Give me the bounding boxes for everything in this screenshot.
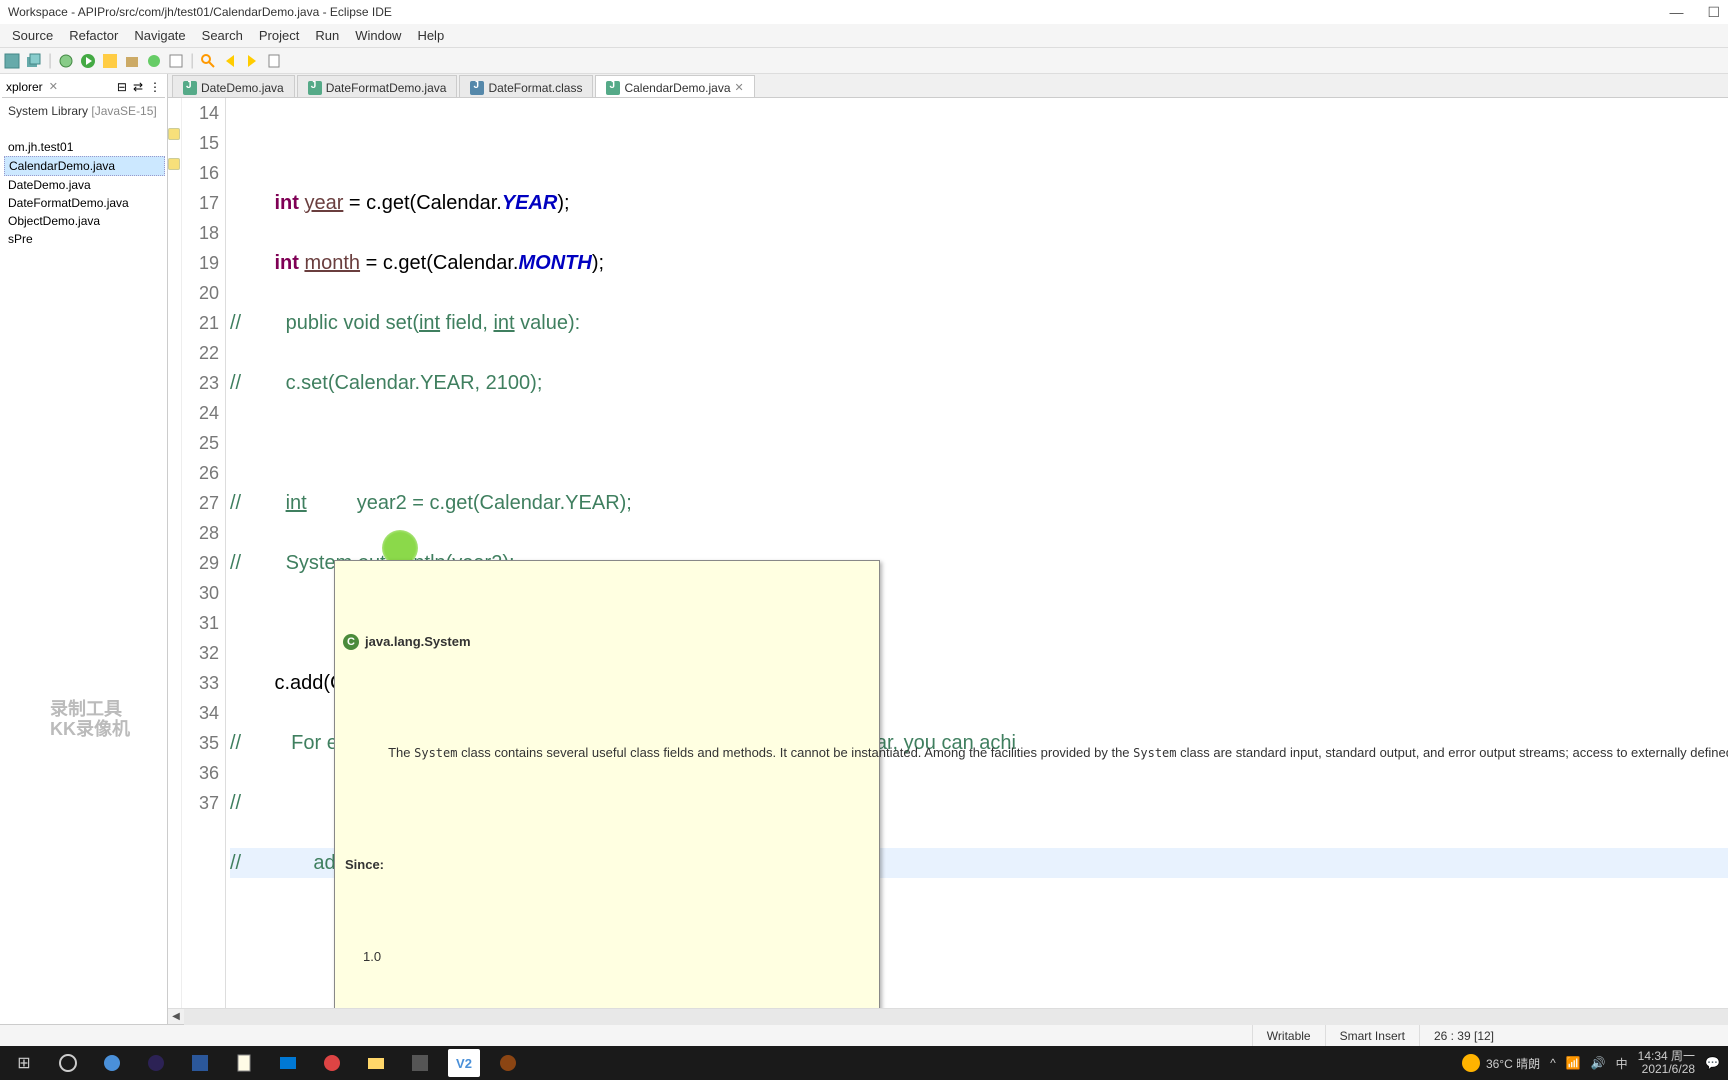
menu-refactor[interactable]: Refactor <box>61 28 126 43</box>
start-button[interactable]: ⊞ <box>8 1049 40 1077</box>
status-cursor-position: 26 : 39 [12] <box>1419 1025 1508 1046</box>
windows-taskbar: ⊞ V2 36°C 晴朗 ^ 📶 🔊 中 14:34 周一 2021/6/28 … <box>0 1046 1728 1080</box>
horizontal-scrollbar[interactable]: ◀ <box>168 1008 1728 1024</box>
hover-description: The System class contains several useful… <box>335 721 879 790</box>
task-photos-icon[interactable] <box>272 1049 304 1077</box>
task-eclipse-icon[interactable] <box>140 1049 172 1077</box>
explorer-close-icon[interactable]: ✕ <box>49 80 58 93</box>
hover-since-value: 1.0 <box>335 942 879 978</box>
package-node[interactable]: om.jh.test01 <box>4 138 165 156</box>
menu-help[interactable]: Help <box>409 28 452 43</box>
code-editor[interactable]: int year = c.get(Calendar.YEAR); int mon… <box>226 98 1728 1008</box>
scroll-left-icon[interactable]: ◀ <box>168 1009 184 1025</box>
status-bar: Writable Smart Insert 26 : 39 [12] <box>0 1024 1728 1046</box>
maximize-button[interactable]: ☐ <box>1707 4 1720 21</box>
status-insert-mode: Smart Insert <box>1325 1025 1419 1046</box>
task-word-icon[interactable] <box>184 1049 216 1077</box>
line-number-gutter: 14 15 16 17 18 19 20 21 22 23 24 25 26 2… <box>182 98 226 1008</box>
node-spre[interactable]: sPre <box>4 230 165 248</box>
notifications-icon[interactable]: 💬 <box>1705 1056 1720 1070</box>
hover-since-label: Since: <box>335 850 879 882</box>
forward-icon[interactable] <box>244 53 260 69</box>
menu-navigate[interactable]: Navigate <box>126 28 193 43</box>
tab-calendardemo[interactable]: CalendarDemo.java ✕ <box>595 75 754 97</box>
menu-search[interactable]: Search <box>194 28 251 43</box>
save-icon[interactable] <box>4 53 20 69</box>
link-editor-icon[interactable]: ⇄ <box>133 80 143 94</box>
new-package-icon[interactable] <box>124 53 140 69</box>
run-icon[interactable] <box>80 53 96 69</box>
task-app2-icon[interactable] <box>404 1049 436 1077</box>
tab-dateformatdemo[interactable]: DateFormatDemo.java <box>297 75 458 97</box>
javadoc-hover[interactable]: C java.lang.System The System class cont… <box>334 560 880 1008</box>
status-writable: Writable <box>1252 1025 1325 1046</box>
jre-library-node[interactable]: System Library [JavaSE-15] <box>4 102 165 120</box>
minimize-button[interactable]: — <box>1669 4 1683 21</box>
package-explorer: xplorer ✕ ⊟ ⇄ ⋮ System Library [JavaSE-1… <box>0 74 168 1024</box>
back-icon[interactable] <box>222 53 238 69</box>
java-file-icon <box>606 81 620 95</box>
taskbar-clock[interactable]: 14:34 周一 2021/6/28 <box>1638 1050 1695 1076</box>
save-all-icon[interactable] <box>26 53 42 69</box>
debug-icon[interactable] <box>58 53 74 69</box>
task-notepad-icon[interactable] <box>228 1049 260 1077</box>
task-app3-icon[interactable] <box>492 1049 524 1077</box>
class-icon: C <box>343 634 359 650</box>
menu-bar: Source Refactor Navigate Search Project … <box>0 24 1728 48</box>
task-explorer-icon[interactable] <box>360 1049 392 1077</box>
toolbar: | | <box>0 48 1728 74</box>
open-type-icon[interactable] <box>168 53 184 69</box>
tab-dateformat-class[interactable]: DateFormat.class <box>459 75 593 97</box>
hover-title: java.lang.System <box>365 627 471 657</box>
task-obs-icon[interactable] <box>52 1049 84 1077</box>
tray-volume-icon[interactable]: 🔊 <box>1591 1056 1606 1070</box>
search-icon[interactable] <box>200 53 216 69</box>
warning-marker-icon[interactable] <box>168 128 180 140</box>
task-ie-icon[interactable] <box>96 1049 128 1077</box>
marker-strip <box>168 98 182 1008</box>
warning-marker-icon[interactable] <box>168 158 180 170</box>
java-file-icon <box>183 81 197 95</box>
pin-icon[interactable] <box>266 53 282 69</box>
task-app-icon[interactable] <box>316 1049 348 1077</box>
file-dateformatdemo[interactable]: DateFormatDemo.java <box>4 194 165 212</box>
menu-run[interactable]: Run <box>307 28 347 43</box>
sun-icon <box>1462 1054 1480 1072</box>
java-file-icon <box>308 81 322 95</box>
explorer-tab-label[interactable]: xplorer <box>6 80 43 94</box>
file-datedemo[interactable]: DateDemo.java <box>4 176 165 194</box>
collapse-all-icon[interactable]: ⊟ <box>117 80 127 94</box>
file-calendardemo[interactable]: CalendarDemo.java <box>4 156 165 176</box>
tray-network-icon[interactable]: 📶 <box>1566 1056 1581 1070</box>
menu-source[interactable]: Source <box>4 28 61 43</box>
new-class-icon[interactable] <box>146 53 162 69</box>
file-objectdemo[interactable]: ObjectDemo.java <box>4 212 165 230</box>
coverage-icon[interactable] <box>102 53 118 69</box>
editor-tabs: DateDemo.java DateFormatDemo.java DateFo… <box>168 74 1728 98</box>
taskbar-weather[interactable]: 36°C 晴朗 <box>1462 1054 1540 1072</box>
menu-project[interactable]: Project <box>251 28 307 43</box>
tab-datedemo[interactable]: DateDemo.java <box>172 75 295 97</box>
view-menu-icon[interactable]: ⋮ <box>149 80 161 94</box>
close-tab-icon[interactable]: ✕ <box>735 81 744 94</box>
tray-chevron-icon[interactable]: ^ <box>1550 1056 1556 1070</box>
title-bar: Workspace - APIPro/src/com/jh/test01/Cal… <box>0 0 1728 24</box>
window-title: Workspace - APIPro/src/com/jh/test01/Cal… <box>8 5 392 19</box>
task-v2-icon[interactable]: V2 <box>448 1049 480 1077</box>
menu-window[interactable]: Window <box>347 28 409 43</box>
class-file-icon <box>470 81 484 95</box>
tray-ime-icon[interactable]: 中 <box>1616 1055 1628 1072</box>
